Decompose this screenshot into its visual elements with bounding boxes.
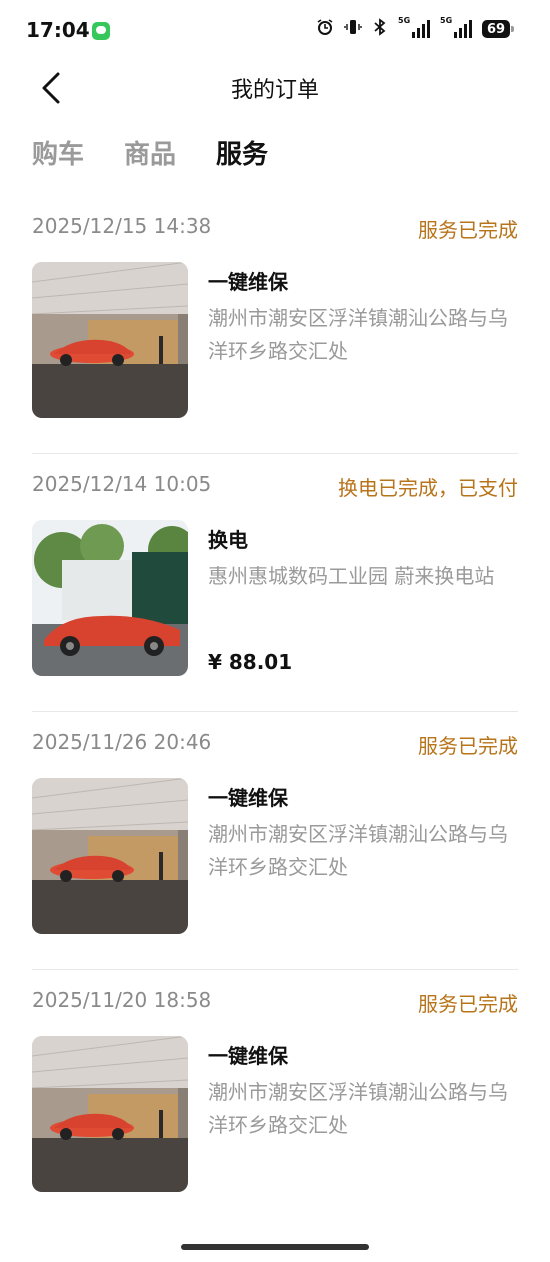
order-card[interactable]: 2025/11/20 18:58 服务已完成 一键维保 潮州市潮安区浮洋镇潮汕公… (32, 970, 518, 1227)
service-center-photo (32, 778, 188, 934)
order-status: 服务已完成 (418, 734, 518, 758)
bluetooth-icon (372, 18, 388, 40)
tab-goods[interactable]: 商品 (124, 134, 176, 171)
order-tabs: 购车 商品 服务 (32, 134, 268, 171)
order-card[interactable]: 2025/12/14 10:05 换电已完成，已支付 换电 惠州惠城数码工业园 … (32, 454, 518, 712)
nav-header: 我的订单 (0, 60, 550, 120)
service-center-photo (32, 262, 188, 418)
order-title: 一键维保 (208, 270, 288, 294)
alarm-icon (316, 18, 334, 40)
tab-car-purchase[interactable]: 购车 (32, 134, 84, 171)
order-address: 惠州惠城数码工业园 蔚来换电站 (208, 564, 495, 588)
order-status: 换电已完成，已支付 (338, 476, 518, 500)
order-card[interactable]: 2025/11/26 20:46 服务已完成 一键维保 潮州市潮安区浮洋镇潮汕公… (32, 712, 518, 970)
signal-icon-2: 5G (440, 16, 472, 38)
tab-service[interactable]: 服务 (216, 134, 268, 171)
message-icon (92, 22, 110, 40)
vibrate-icon (344, 18, 362, 40)
order-price: ¥ 88.01 (208, 650, 293, 674)
battery-swap-station-photo (32, 520, 188, 676)
home-indicator[interactable] (181, 1244, 369, 1250)
status-bar: 17:04 5G 5G 69 (0, 0, 550, 60)
status-time: 17:04 (26, 18, 90, 42)
order-address: 潮州市潮安区浮洋镇潮汕公路与乌洋环乡路交汇处 (208, 306, 508, 363)
order-date: 2025/12/15 14:38 (32, 214, 212, 238)
order-address: 潮州市潮安区浮洋镇潮汕公路与乌洋环乡路交汇处 (208, 1080, 508, 1137)
order-date: 2025/11/20 18:58 (32, 988, 212, 1012)
order-status: 服务已完成 (418, 218, 518, 242)
order-date: 2025/11/26 20:46 (32, 730, 212, 754)
order-date: 2025/12/14 10:05 (32, 472, 212, 496)
page-title: 我的订单 (230, 78, 319, 103)
order-card[interactable]: 2025/12/15 14:38 服务已完成 一键维保 潮州市潮安区浮洋镇潮汕公… (32, 196, 518, 454)
battery-icon: 69 (482, 20, 514, 38)
order-address: 潮州市潮安区浮洋镇潮汕公路与乌洋环乡路交汇处 (208, 822, 508, 879)
status-icons: 5G 5G 69 (316, 16, 514, 40)
order-status: 服务已完成 (418, 992, 518, 1016)
order-title: 一键维保 (208, 1044, 288, 1068)
order-title: 一键维保 (208, 786, 288, 810)
service-center-photo (32, 1036, 188, 1192)
signal-icon: 5G (398, 16, 430, 38)
order-title: 换电 (208, 528, 248, 552)
order-list: 2025/12/15 14:38 服务已完成 一键维保 潮州市潮安区浮洋镇潮汕公… (32, 196, 518, 1227)
